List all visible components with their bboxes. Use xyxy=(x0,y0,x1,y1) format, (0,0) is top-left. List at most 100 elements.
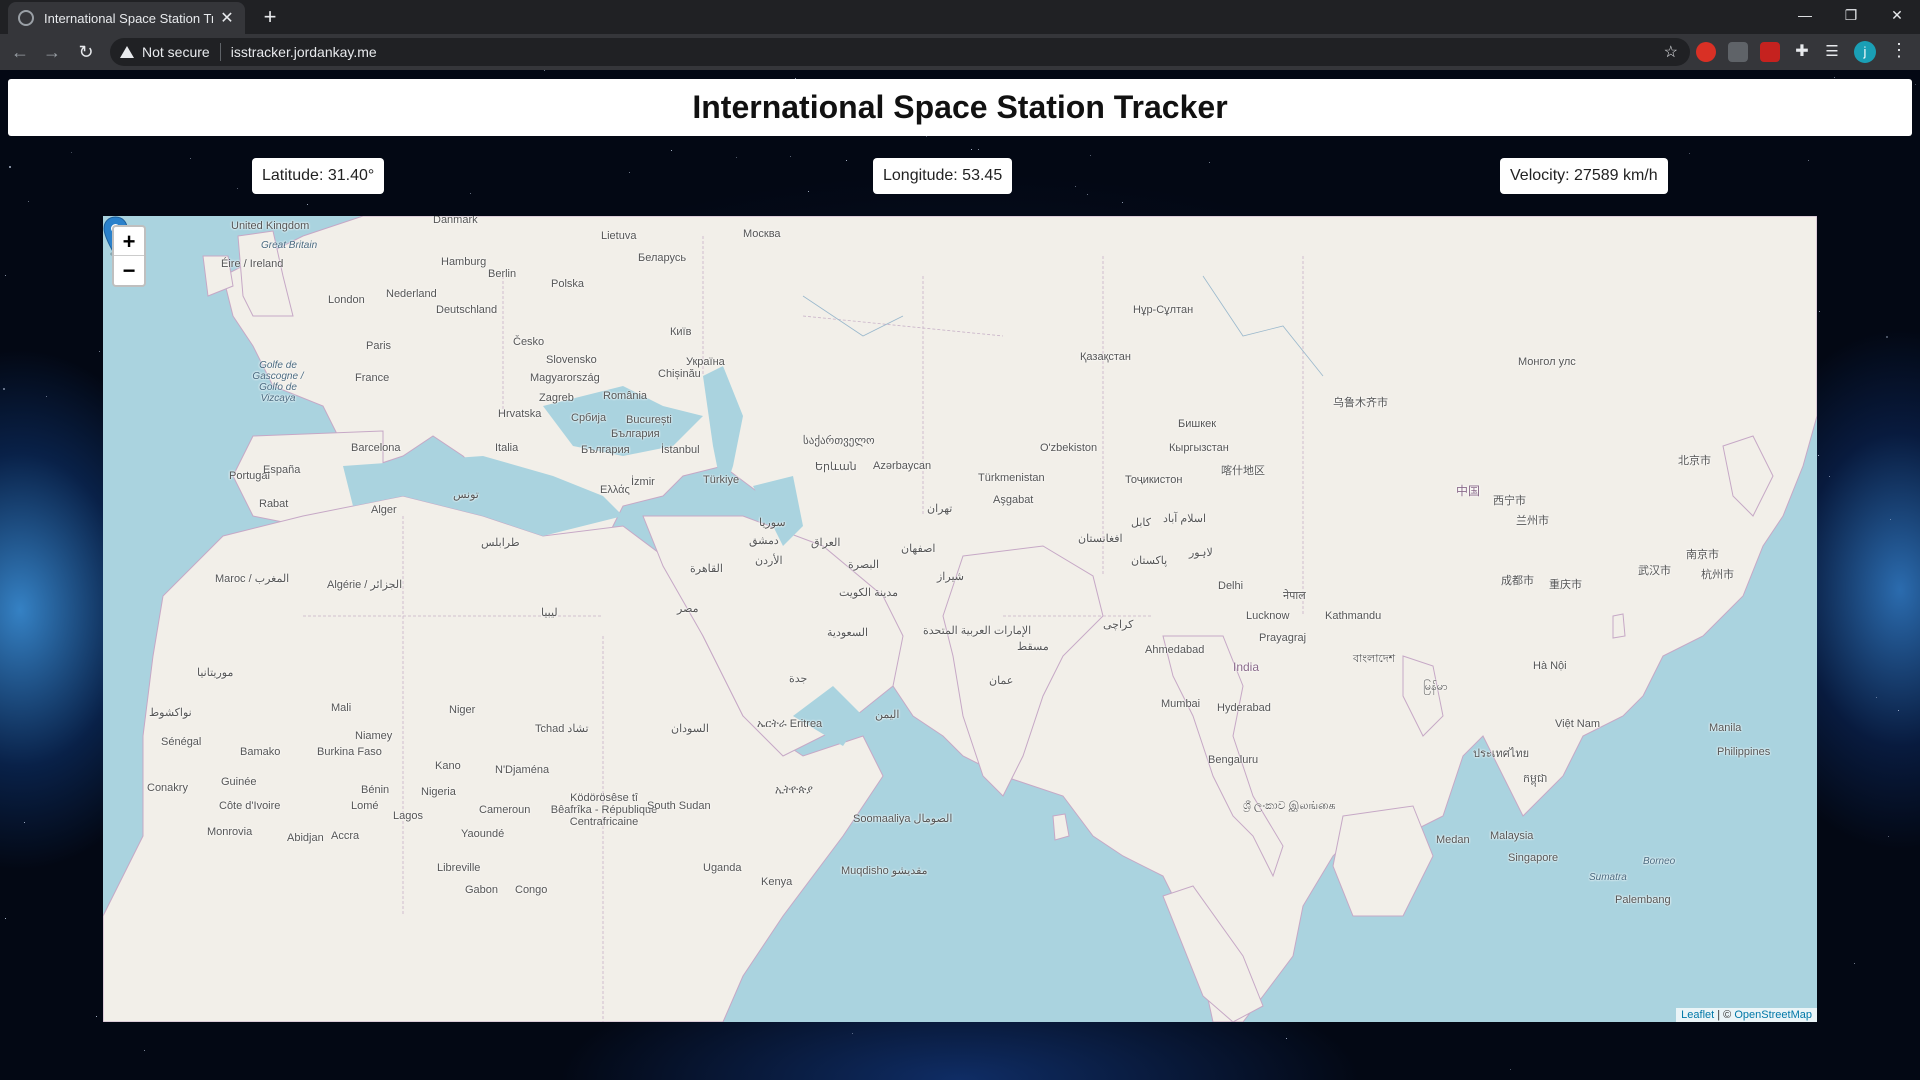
attribution-separator: | © xyxy=(1714,1009,1735,1021)
star-dot xyxy=(5,918,6,919)
star-dot xyxy=(1876,697,1877,698)
map-label: Medan xyxy=(1436,834,1470,846)
map-label: ኤርትራ Eritrea xyxy=(757,718,823,730)
map-label: مدينة الكويت xyxy=(839,587,899,599)
zoom-out-button[interactable]: − xyxy=(114,256,144,285)
url-text: isstracker.jordankay.me xyxy=(230,44,377,60)
map-label: Palembang xyxy=(1615,894,1671,906)
map-label: България xyxy=(611,428,660,440)
map-label: Philippines xyxy=(1717,746,1771,758)
star-dot xyxy=(852,1033,853,1034)
profile-avatar[interactable]: j xyxy=(1854,41,1876,63)
map-label: မြန်မာ xyxy=(1423,681,1448,693)
reload-icon[interactable]: ↻ xyxy=(72,38,100,66)
map-label: İstanbul xyxy=(661,444,700,456)
map-container[interactable]: United Kingdom Great Britain Éire / Irel… xyxy=(103,216,1817,1022)
star-dot xyxy=(736,157,737,158)
map-label: Москва xyxy=(743,228,781,240)
map-label: Ελλάς xyxy=(600,484,630,496)
star-dot xyxy=(544,70,545,71)
close-window-icon[interactable]: ✕ xyxy=(1874,0,1920,34)
map-label: Uganda xyxy=(703,862,742,874)
map-label: Србија xyxy=(571,412,607,424)
map-label: Monrovia xyxy=(207,826,253,838)
restore-icon[interactable]: ❐ xyxy=(1828,0,1874,34)
browser-menu-icon[interactable]: ⋮ xyxy=(1890,40,1908,61)
openstreetmap-link[interactable]: OpenStreetMap xyxy=(1734,1009,1812,1021)
star-dot xyxy=(978,149,979,150)
map-label: دمشق xyxy=(749,535,779,547)
map-label: Kenya xyxy=(761,876,793,888)
map-label: Guinée xyxy=(221,776,257,788)
map-label: السودان xyxy=(671,723,709,735)
close-tab-icon[interactable]: ✕ xyxy=(219,8,235,28)
extension-badge-icon[interactable] xyxy=(1760,42,1780,62)
map-label: Lietuva xyxy=(601,230,637,242)
map-label: موريتانيا xyxy=(197,667,234,679)
map-label: Gabon xyxy=(465,884,499,896)
map-label: Кыргызстан xyxy=(1169,442,1229,454)
star-dot xyxy=(671,150,672,151)
map-label: Malaysia xyxy=(1490,830,1534,842)
map-label: افغانستان xyxy=(1078,533,1123,545)
map-label: Alger xyxy=(371,504,397,516)
new-tab-button[interactable]: + xyxy=(258,4,282,30)
map-label: 杭州市 xyxy=(1701,569,1734,581)
map-label: Lomé xyxy=(351,800,379,812)
star-dot xyxy=(1286,1038,1287,1039)
map-label: القاهرة xyxy=(690,563,723,575)
back-icon[interactable]: ← xyxy=(6,38,34,66)
map-label: Danmark xyxy=(433,216,478,226)
map-label: Nederland xyxy=(386,288,437,300)
star-dot xyxy=(1090,155,1091,156)
minimize-icon[interactable]: — xyxy=(1782,0,1828,34)
map-label: Sumatra xyxy=(1589,872,1627,883)
map-label: Kano xyxy=(435,760,461,772)
omnibox-divider xyxy=(219,43,221,61)
map-label: বাংলাদেশ xyxy=(1353,653,1396,665)
map-label: Singapore xyxy=(1508,852,1559,864)
map-label: Ködörösêse tî Bêafrîka - République Cent… xyxy=(550,792,658,828)
star-dot xyxy=(470,193,471,194)
forward-icon[interactable]: → xyxy=(38,38,66,66)
map-label: Mali xyxy=(331,702,352,714)
map-label: România xyxy=(603,390,648,402)
map-label: Magyarország xyxy=(530,372,600,384)
map-label: Việt Nam xyxy=(1555,718,1601,730)
extension-grey-icon[interactable] xyxy=(1728,42,1748,62)
warning-icon xyxy=(120,46,134,58)
map-label: شیراز xyxy=(937,571,964,583)
map-label: Türkmenistan xyxy=(978,472,1045,484)
map-label: Lucknow xyxy=(1246,610,1290,622)
map-label: N'Djaména xyxy=(495,764,550,776)
map-label: جدة xyxy=(789,673,808,685)
star-dot xyxy=(307,204,308,205)
zoom-in-button[interactable]: + xyxy=(114,227,144,256)
extensions-puzzle-icon[interactable]: ✚ xyxy=(1792,42,1812,62)
map-label: 西宁市 xyxy=(1493,495,1526,507)
reading-list-icon[interactable]: ☰ xyxy=(1822,42,1842,62)
map-label: Mumbai xyxy=(1161,698,1201,710)
map-label: Kathmandu xyxy=(1325,610,1382,622)
extension-red-icon[interactable] xyxy=(1696,42,1716,62)
map-label: Muqdisho مقديشو xyxy=(841,865,928,877)
longitude-readout: Longitude: 53.45 xyxy=(873,158,1013,194)
map-label: 重庆市 xyxy=(1549,579,1582,591)
map-label: Česko xyxy=(513,336,545,348)
map-label: Chișinău xyxy=(658,368,701,380)
zoom-control: + − xyxy=(112,225,146,287)
map-label: Éire / Ireland xyxy=(221,258,284,270)
map-label: Congo xyxy=(515,884,548,896)
star-dot xyxy=(971,149,972,150)
map-label: اسلام آباد xyxy=(1163,513,1207,525)
map-label: Niger xyxy=(449,704,476,716)
map-label: تهران xyxy=(927,503,953,515)
map-label: Нұр-Сұлтан xyxy=(1133,304,1194,316)
map-label: Rabat xyxy=(259,498,289,510)
leaflet-link[interactable]: Leaflet xyxy=(1681,1009,1714,1021)
browser-tab-active[interactable]: International Space Station Track ✕ xyxy=(8,2,245,34)
bookmark-star-icon[interactable]: ☆ xyxy=(1664,42,1678,62)
map-label: Azərbaycan xyxy=(873,460,932,472)
address-bar[interactable]: Not secure isstracker.jordankay.me ☆ xyxy=(110,38,1690,66)
star-dot xyxy=(144,1050,145,1051)
